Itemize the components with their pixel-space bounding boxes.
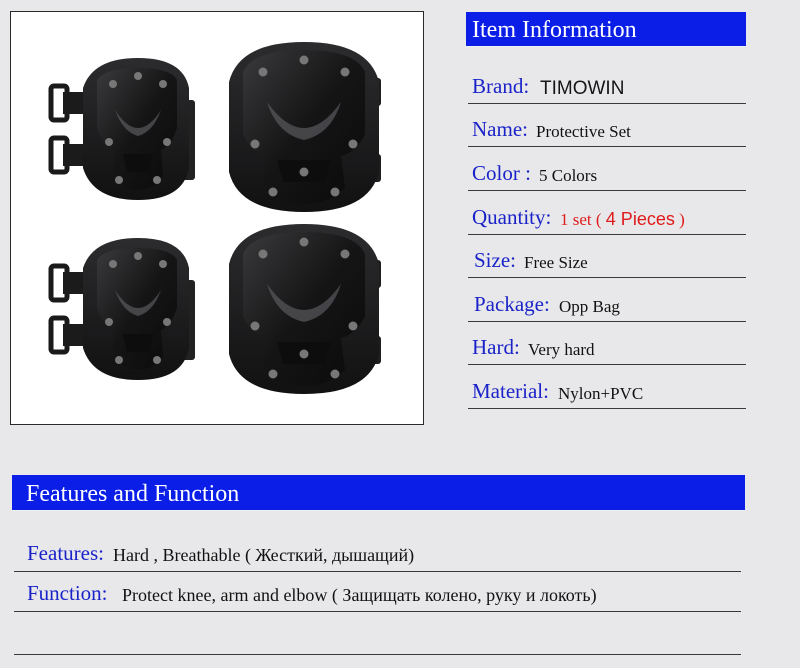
color-label: Color : — [472, 161, 531, 185]
protective-pads-image — [11, 42, 381, 394]
hard-label: Hard: — [472, 335, 520, 359]
blank-divider — [14, 654, 741, 655]
name-label: Name: — [472, 117, 528, 141]
function-label: Function: — [27, 581, 108, 605]
elbow-pad-top — [51, 58, 195, 200]
color-value: 5 Colors — [539, 166, 598, 185]
brand-value: TIMOWIN — [540, 78, 625, 99]
features-value: Hard , Breathable ( Жесткий, дышащий) — [113, 545, 415, 565]
item-information-header: Item Information — [466, 12, 746, 47]
info-row-package: Package: Opp Bag — [468, 288, 746, 322]
features-row: Features: Hard , Breathable ( Жесткий, д… — [14, 538, 741, 572]
quantity-value-suffix: ) — [674, 210, 685, 229]
quantity-label: Quantity: — [472, 205, 552, 229]
product-photo — [10, 11, 424, 425]
size-value: Free Size — [524, 253, 588, 272]
info-row-hard: Hard: Very hard — [468, 331, 746, 365]
quantity-value: 1 set ( 4 Pieces ) — [560, 209, 685, 230]
knee-pad-bottom — [229, 224, 381, 394]
elbow-pad-bottom — [51, 238, 195, 380]
size-label: Size: — [474, 248, 516, 272]
info-row-color: Color : 5 Colors — [468, 157, 746, 191]
info-row-quantity: Quantity: 1 set ( 4 Pieces ) — [468, 201, 746, 235]
product-detail-page: Item Information Brand: TIMOWIN Name: Pr… — [0, 0, 800, 668]
material-value: Nylon+PVC — [558, 384, 644, 403]
info-row-size: Size: Free Size — [468, 244, 746, 278]
quantity-value-pieces: 4 Pieces — [605, 209, 675, 229]
name-value: Protective Set — [536, 122, 631, 141]
brand-label: Brand: — [472, 74, 530, 98]
material-label: Material: — [472, 379, 549, 403]
info-row-material: Material: Nylon+PVC — [468, 375, 746, 409]
knee-pad-top — [229, 42, 381, 212]
info-row-name: Name: Protective Set — [468, 113, 746, 147]
features-label: Features: — [27, 541, 104, 565]
function-value: Protect knee, arm and elbow ( Защищать к… — [122, 585, 597, 605]
features-and-function-header: Features and Function — [12, 475, 745, 511]
package-value: Opp Bag — [559, 297, 620, 316]
function-row: Function: Protect knee, arm and elbow ( … — [14, 578, 741, 612]
info-row-brand: Brand: TIMOWIN — [468, 70, 746, 104]
hard-value: Very hard — [528, 340, 595, 359]
package-label: Package: — [474, 292, 550, 316]
quantity-value-prefix: 1 set ( — [560, 210, 606, 229]
